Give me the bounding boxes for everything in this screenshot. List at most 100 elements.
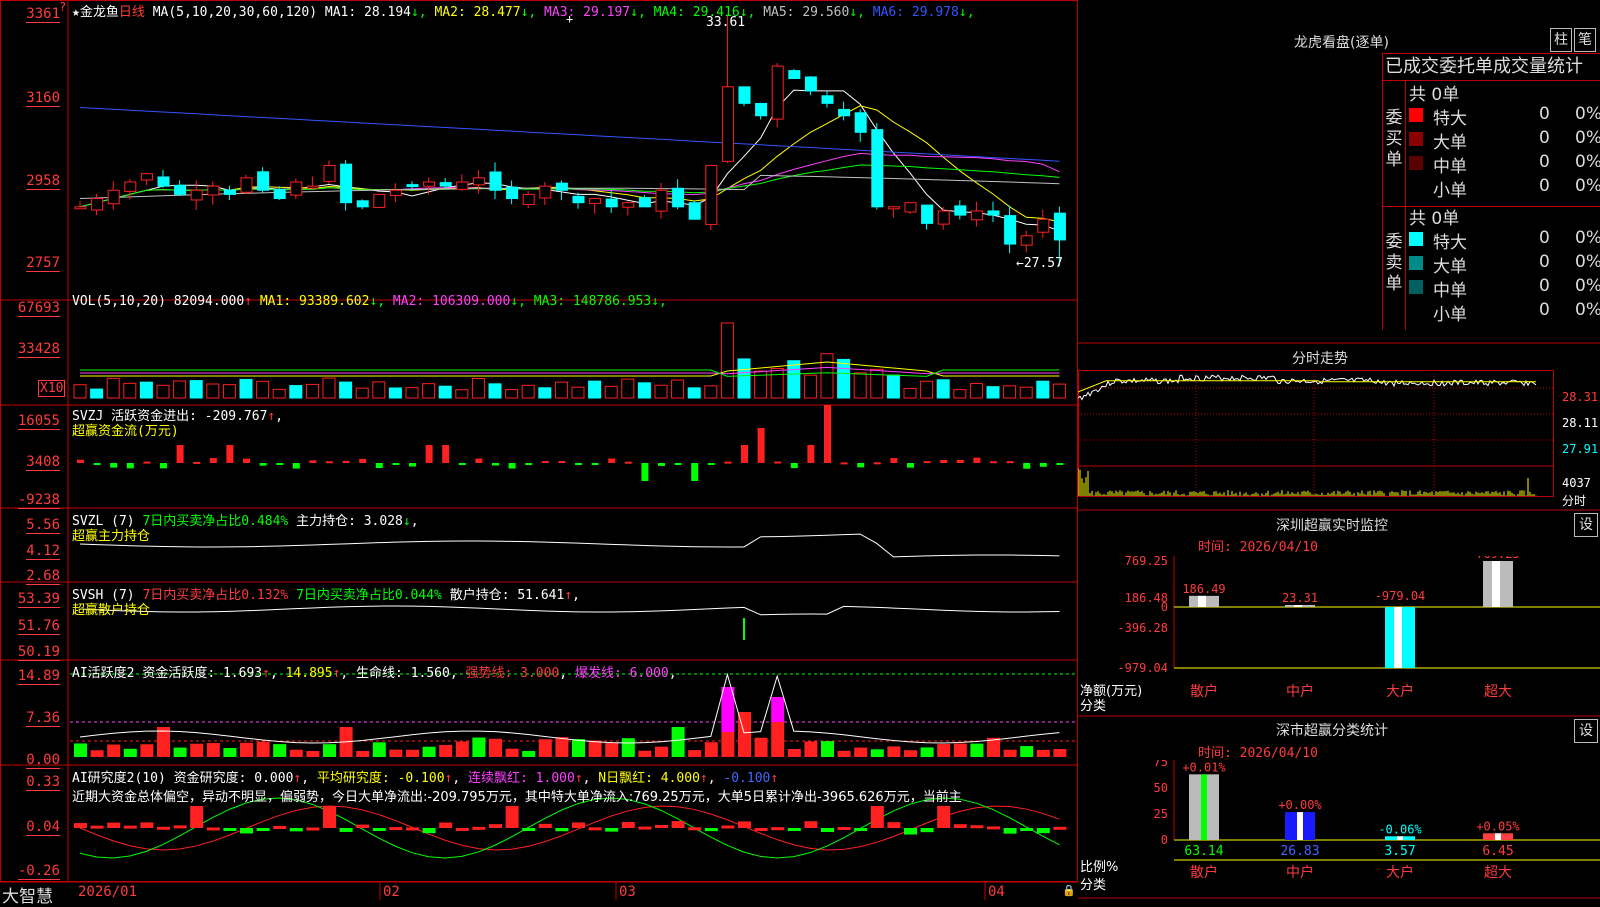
candle [904, 201, 917, 214]
order-row: 大单 0 0% [1409, 252, 1600, 277]
volume-bar [222, 384, 236, 399]
sz-class-chart: 0 25 50 75 +0.01% 63.14 散户 +0.00% 26.83 中户 -0.06% 3… [1154, 760, 1600, 881]
sz-class-settings-button[interactable]: 设 [1574, 719, 1598, 743]
ma-line [79, 152, 1060, 208]
y-tick: 0.00 [26, 752, 60, 769]
ma-value-1: MA1: 93389.602 [252, 294, 370, 309]
order-count: 0 [1539, 152, 1550, 172]
candle [1004, 205, 1017, 254]
candle [788, 68, 801, 79]
fund-flow-bar [276, 463, 284, 465]
volume-bar [770, 367, 784, 399]
activity-bar [1020, 746, 1034, 757]
kline-header: ★金龙鱼日线 MA(5,10,20,30,60,120) MA1: 28.194… [72, 1, 975, 20]
ma-line [79, 164, 1060, 208]
longhu-title: 龙虎看盘(逐单) [1294, 35, 1389, 51]
activity-bar [90, 750, 104, 757]
research-bar [787, 828, 801, 831]
volume-bar [803, 374, 817, 399]
research-bar [123, 825, 137, 829]
class-bar-highlight [1297, 812, 1303, 840]
order-pct: 0% [1575, 128, 1600, 148]
monitor-y-tick: -979.04 [1117, 661, 1168, 675]
research-line-green [79, 797, 1060, 859]
fund-flow-bar [658, 463, 665, 466]
y-tick: 4.12 [26, 543, 60, 560]
fund-flow-bar [110, 463, 118, 468]
longhu-tabs[interactable]: 已成交委托单成交量统计 [1382, 53, 1600, 81]
ma-value-1: MA1: 28.194 [324, 5, 411, 20]
research-bar [987, 826, 1000, 830]
activity-bar [920, 747, 934, 757]
candle [804, 76, 817, 96]
activity-bar [1036, 749, 1050, 757]
monitor-bar-highlight [1294, 605, 1302, 607]
candle [174, 180, 187, 197]
sz-class-unit: 比例% [1080, 860, 1119, 875]
tick-mode-button[interactable]: 笔 [1574, 28, 1596, 52]
y-tick: 50.19 [17, 644, 60, 661]
candle [755, 102, 768, 120]
ma-arrow: ↓, [520, 5, 537, 20]
ma-value-3: MA3: 29.197 [536, 5, 631, 20]
candle [506, 180, 519, 205]
sz-monitor-settings-button[interactable]: 设 [1574, 513, 1598, 537]
volume-bar [455, 389, 469, 399]
research-bar [937, 806, 951, 828]
x-tick: 03 [619, 884, 636, 900]
class-value: 63.14 [1184, 844, 1223, 859]
ma-value-3: MA3: 148786.953 [525, 294, 652, 309]
candle [721, 16, 734, 163]
fund-flow-bar [193, 461, 201, 464]
candle [257, 167, 270, 193]
research-bar [74, 823, 87, 828]
candle [157, 170, 170, 188]
main-chart-area[interactable]: ★金龙鱼日线 MA(5,10,20,30,60,120) MA1: 28.194… [0, 0, 1078, 907]
sell-total: 共 0单 [1409, 209, 1460, 229]
fund-flow-bar [558, 461, 566, 464]
y-tick: 3361 [26, 6, 60, 23]
research-bar [190, 806, 204, 828]
activity-bar [821, 741, 834, 757]
order-type: 特大 [1433, 109, 1467, 129]
candle [970, 201, 983, 227]
order-color-swatch [1409, 304, 1423, 318]
buy-total: 共 0单 [1409, 85, 1460, 105]
ai-active-header: AI活跃度2 资金活跃度: 1.693↑, 14.895↑, 生命线: 1.56… [72, 666, 677, 681]
period-label[interactable]: 日线 [119, 5, 145, 20]
bar-mode-button[interactable]: 柱 [1550, 28, 1572, 52]
order-row: 中单 0 0% [1409, 276, 1600, 301]
order-row: 大单 0 0% [1409, 128, 1600, 153]
lock-icon[interactable]: 🔒 [1062, 884, 1076, 897]
volume-bar [737, 358, 751, 399]
research-bar [572, 822, 585, 828]
fund-flow-bar [840, 462, 848, 465]
candle [622, 201, 635, 216]
volume-bar [289, 385, 303, 399]
activity-bar [538, 739, 552, 757]
monitor-category: 超大 [1484, 684, 1512, 700]
intraday-chart[interactable] [1078, 370, 1600, 510]
volume-bar [521, 384, 535, 399]
ma-arrow: ↓, [630, 5, 646, 20]
class-value: 26.83 [1280, 844, 1319, 859]
vol-unit-badge: X10 [38, 380, 66, 397]
order-type: 小单 [1433, 305, 1467, 325]
activity-bar [206, 743, 220, 757]
order-row: 小单 0 0% [1409, 300, 1600, 325]
y-tick: -0.26 [17, 863, 60, 880]
fund-flow-bar [956, 459, 964, 463]
favorite-star-icon[interactable]: ★ [72, 5, 80, 20]
volume-bar [1052, 383, 1066, 399]
intraday-y-tick: 27.91 [1562, 442, 1599, 456]
question-marker[interactable]: ? [59, 0, 66, 14]
ai-research-header: AI研究度2(10) 资金研究度: 0.000↑, 平均研究度: -0.100↑… [72, 771, 779, 786]
class-y-tick: 75 [1154, 760, 1168, 769]
brand-label[interactable]: 大智慧 [2, 882, 53, 907]
volume-bar [405, 387, 419, 399]
intraday-y-tick: 28.11 [1562, 416, 1599, 430]
fund-flow-bar [243, 458, 250, 463]
fund-flow-bar [541, 461, 549, 464]
candle [207, 181, 220, 205]
research-bar [306, 827, 320, 831]
